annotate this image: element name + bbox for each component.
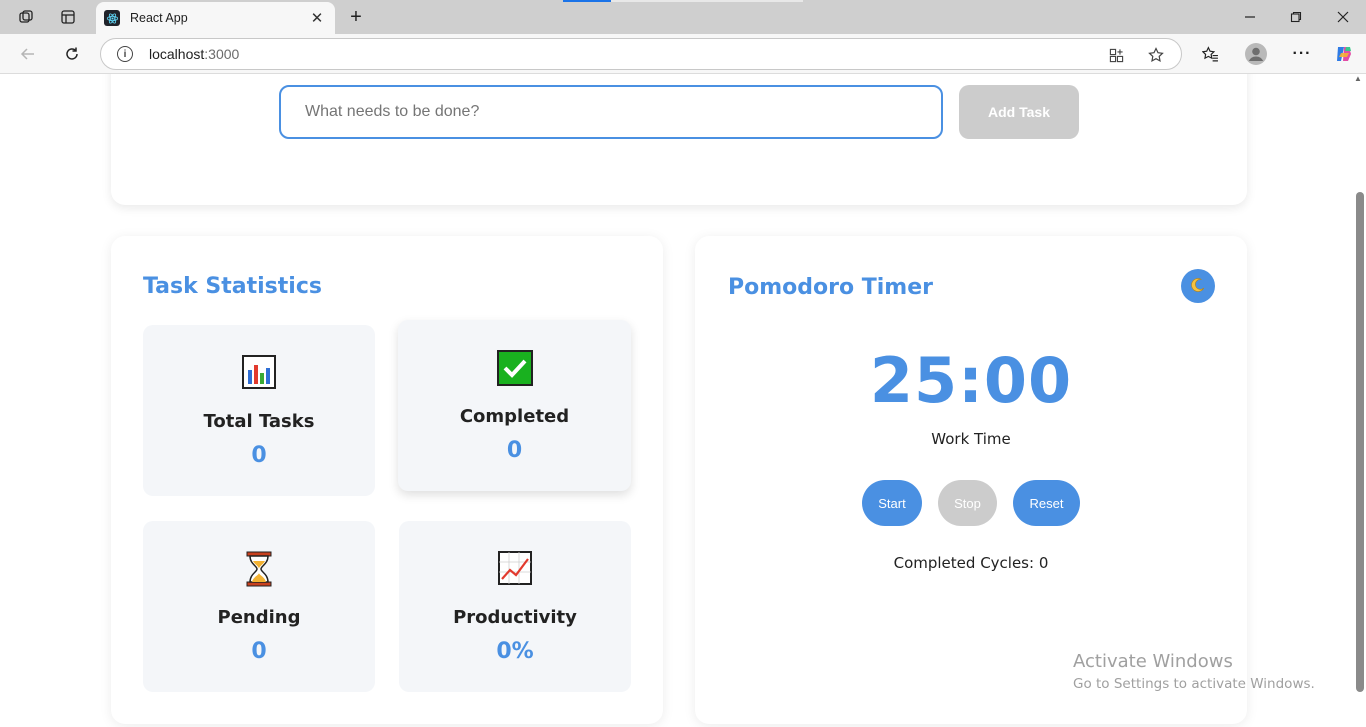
check-mark-icon [398, 350, 631, 386]
more-options-icon[interactable]: ··· [1290, 42, 1314, 66]
refresh-icon[interactable] [60, 42, 84, 66]
url-text: localhost:3000 [149, 46, 239, 62]
stat-value-pending: 0 [251, 639, 267, 664]
stat-value-total: 0 [251, 443, 267, 468]
stat-label-pending: Pending [217, 607, 301, 628]
stat-card-productivity: Productivity 0% [399, 521, 631, 692]
favorite-star-icon[interactable] [1147, 46, 1165, 64]
address-field[interactable]: i localhost:3000 [100, 38, 1182, 70]
watermark-line-2: Go to Settings to activate Windows. [1073, 676, 1315, 692]
site-info-icon[interactable]: i [117, 46, 133, 62]
task-input[interactable] [279, 85, 943, 139]
trending-up-icon [399, 551, 631, 587]
url-host: localhost [149, 46, 205, 62]
tab-actions-icon[interactable] [56, 6, 80, 28]
pomodoro-title: Pomodoro Timer [728, 275, 934, 300]
stop-button[interactable]: Stop [938, 480, 997, 526]
page-viewport: Add Task Task Statistics Total Tasks 0 C… [0, 74, 1366, 727]
stat-label-productivity: Productivity [453, 607, 577, 628]
react-logo-icon [104, 10, 120, 26]
stat-card-total: Total Tasks 0 [143, 325, 375, 496]
app-available-icon[interactable] [1107, 46, 1125, 64]
restore-icon[interactable] [1286, 6, 1306, 28]
url-port: :3000 [204, 46, 240, 62]
statistics-title: Task Statistics [143, 274, 322, 299]
browser-toolbar: i localhost:3000 ··· [0, 34, 1366, 74]
timer-display: 25:00 [869, 344, 1073, 417]
stat-card-completed: Completed 0 [398, 320, 631, 491]
workspaces-icon[interactable] [14, 6, 38, 28]
timer-mode-label: Work Time [931, 430, 1011, 448]
close-tab-icon[interactable]: ✕ [307, 8, 327, 28]
back-icon[interactable] [16, 42, 40, 66]
start-button[interactable]: Start [862, 480, 922, 526]
watermark-line-1: Activate Windows [1073, 651, 1233, 672]
favorites-icon[interactable] [1198, 42, 1222, 66]
task-statistics-panel: Task Statistics Total Tasks 0 Completed … [111, 236, 663, 724]
profile-avatar-icon[interactable] [1244, 42, 1268, 66]
close-window-icon[interactable] [1333, 6, 1353, 28]
minimize-icon[interactable] [1240, 6, 1260, 28]
scroll-up-arrow-icon[interactable]: ▲ [1354, 74, 1364, 84]
tab-title: React App [130, 11, 188, 25]
hourglass-icon [143, 551, 375, 587]
bar-chart-icon [143, 355, 375, 391]
tab-react-app[interactable]: React App ✕ [96, 2, 335, 34]
tab-strip-highlight [611, 0, 803, 2]
completed-cycles-text: Completed Cycles: 0 [893, 554, 1049, 572]
stat-value-completed: 0 [506, 438, 523, 463]
stat-card-pending: Pending 0 [143, 521, 375, 692]
new-tab-icon[interactable]: + [344, 6, 368, 28]
activate-windows-watermark: Activate Windows Go to Settings to activ… [1073, 651, 1315, 692]
stat-label-total: Total Tasks [203, 411, 315, 432]
reset-button[interactable]: Reset [1013, 480, 1080, 526]
moon-icon [1190, 277, 1206, 296]
add-task-button[interactable]: Add Task [959, 85, 1079, 139]
tab-strip-accent [563, 0, 611, 2]
theme-toggle-button[interactable] [1181, 269, 1215, 303]
vertical-scrollbar[interactable] [1356, 192, 1364, 692]
stat-value-productivity: 0% [496, 639, 534, 664]
copilot-icon[interactable] [1332, 42, 1356, 66]
browser-tab-bar: React App ✕ + [0, 0, 1366, 34]
stat-label-completed: Completed [459, 406, 570, 427]
